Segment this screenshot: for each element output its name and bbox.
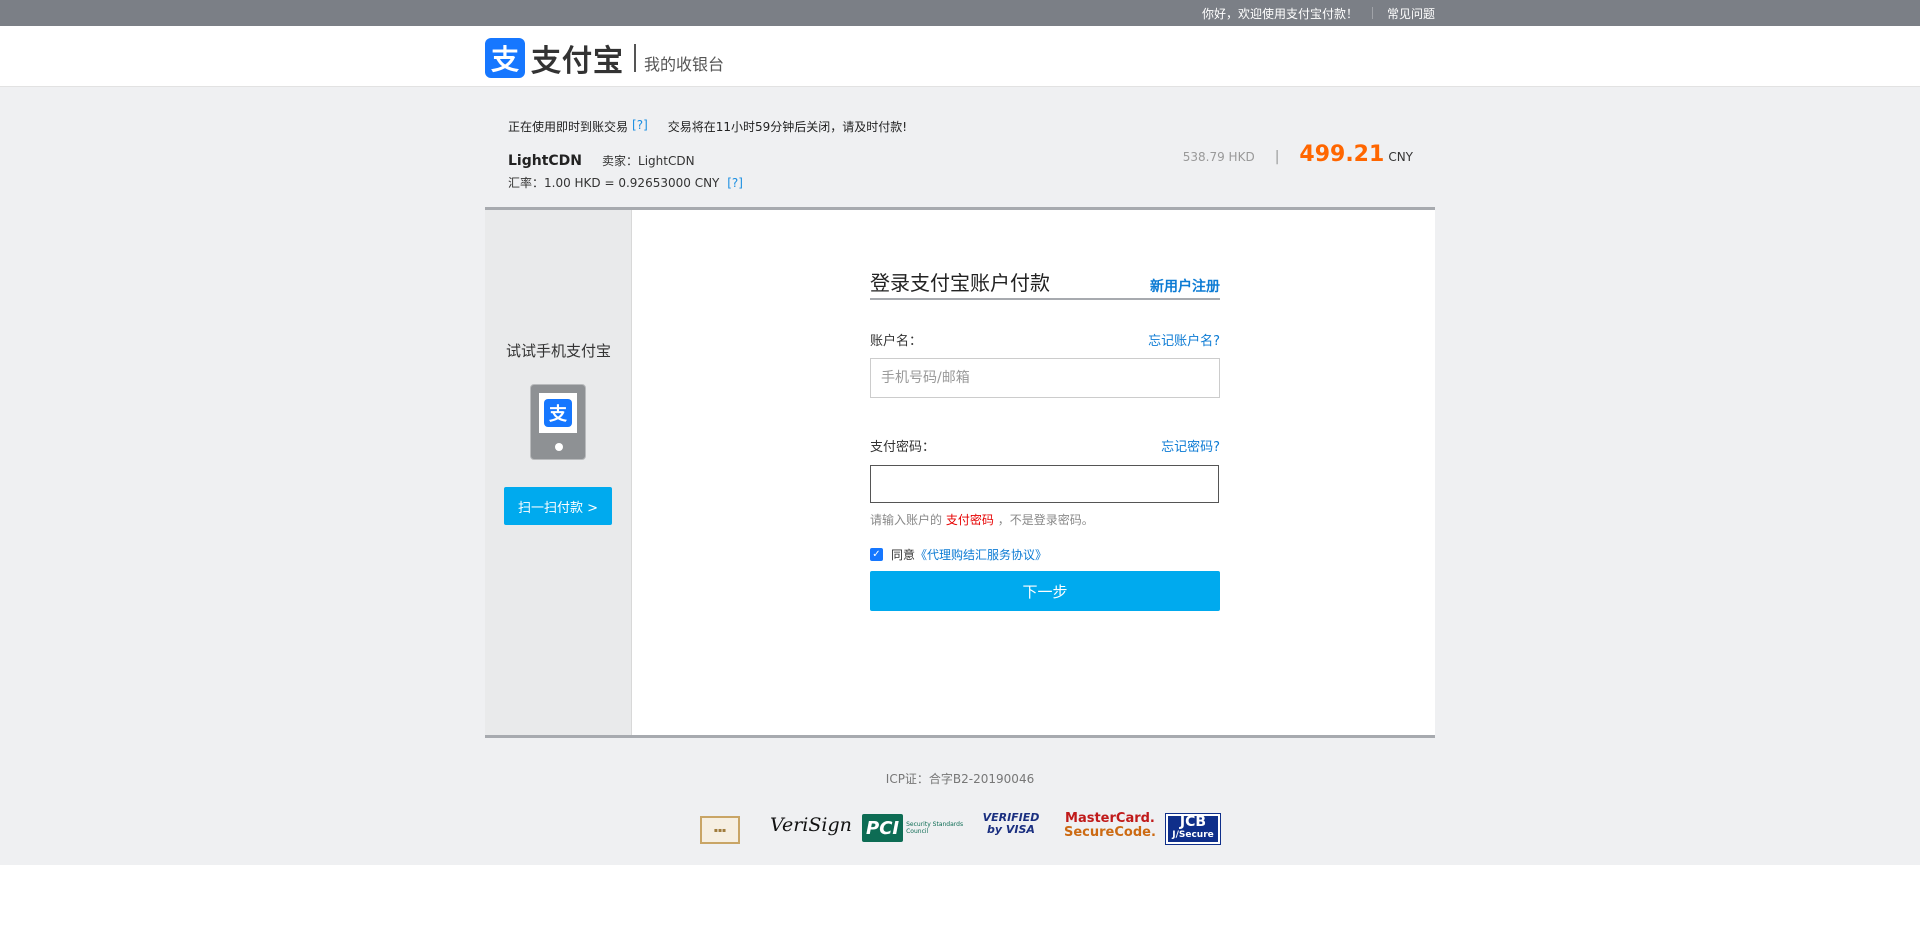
trade-mode-text: 正在使用即时到账交易 [508, 120, 629, 134]
exchange-rate-line: 汇率：1.00 HKD = 0.92653000 CNY [?] [508, 174, 743, 191]
top-bar-links: 你好，欢迎使用支付宝付款！ 常见问题 [1202, 0, 1435, 26]
alipay-logo-text: 支付宝 [531, 44, 624, 79]
seller-label: 卖家： [602, 154, 639, 168]
jsecure-text: J/Secure [1172, 830, 1214, 840]
pci-subtext: Security Standards Council [906, 821, 964, 835]
faq-link[interactable]: 常见问题 [1387, 5, 1435, 22]
pci-mark: PCI [862, 814, 904, 842]
password-hint-highlight: 支付密码 [945, 513, 994, 527]
next-step-button[interactable]: 下一步 [870, 571, 1220, 611]
phone-icon: 支 [530, 384, 586, 460]
visa-bottom: by VISA [987, 823, 1035, 836]
closing-notice: 交易将在11小时59分钟后关闭，请及时付款! [667, 120, 908, 134]
welcome-text: 你好，欢迎使用支付宝付款！ [1201, 6, 1358, 21]
amount-divider: | [1274, 149, 1280, 165]
pci-logo: PCI Security Standards Council [862, 814, 964, 842]
icp-license: ICP证：合字B2-20190046 [885, 772, 1035, 786]
jcb-text: JCB [1179, 814, 1207, 830]
certificate-seal-icon: ▪▪▪ [700, 816, 740, 844]
mobile-pay-title: 试试手机支付宝 [505, 342, 611, 360]
phone-home-button [555, 443, 563, 451]
exchange-rate-text: 汇率：1.00 HKD = 0.92653000 CNY [508, 176, 720, 190]
exchange-rate-help-link[interactable]: [?] [727, 176, 743, 190]
securecode-text: SecureCode. [1064, 825, 1156, 840]
login-form: 登录支付宝账户付款 新用户注册 账户名： 忘记账户名? 支付密码： 忘记密码? … [870, 270, 1220, 611]
password-label-row: 支付密码： 忘记密码? [870, 436, 1220, 455]
login-form-title: 登录支付宝账户付款 [870, 271, 1050, 295]
security-badges: ▪▪▪ VeriSign PCI Security Standards Coun… [700, 812, 1221, 846]
agreement-checkbox[interactable]: ✓ [870, 548, 883, 561]
phone-screen: 支 [539, 393, 577, 433]
order-amount: 538.79 HKD | 499.21 CNY [1183, 142, 1413, 167]
verified-by-visa-logo: VERIFIED by VISA [983, 812, 1040, 836]
account-label: 账户名： [870, 334, 923, 349]
register-link[interactable]: 新用户注册 [1150, 276, 1220, 296]
alipay-logo[interactable]: 支 支付宝 我的收银台 [485, 36, 724, 80]
amount-cny: 499.21 [1299, 142, 1385, 167]
amount-currency: CNY [1388, 150, 1413, 164]
agreement-prefix: 同意 [891, 548, 916, 562]
agreement-link[interactable]: 《代理购结汇服务协议》 [915, 546, 1047, 563]
payment-panel: 试试手机支付宝 支 扫一扫付款 > 登录支付宝账户付款 新用户注册 账户名： 忘… [485, 207, 1435, 738]
seller-name: LightCDN [638, 154, 695, 168]
order-summary: 正在使用即时到账交易 [?] 交易将在11小时59分钟后关闭，请及时付款! Li… [508, 118, 1413, 190]
merchant-name: LightCDN [508, 153, 583, 169]
alipay-logo-icon: 支 [485, 38, 525, 78]
logo-divider [634, 44, 636, 72]
header: 支 支付宝 我的收银台 [0, 26, 1920, 87]
account-input[interactable] [870, 358, 1220, 398]
payment-password-input[interactable] [870, 465, 1219, 503]
top-bar: 你好，欢迎使用支付宝付款！ 常见问题 [0, 0, 1920, 26]
jcb-jsecure-logo: JCB J/Secure [1165, 813, 1221, 845]
seller-info: 卖家：LightCDN [602, 152, 695, 169]
password-hint-suffix: ，不是登录密码。 [997, 513, 1094, 527]
amount-hkd: 538.79 HKD [1182, 150, 1255, 164]
top-bar-divider [1371, 7, 1373, 19]
cashier-subtitle: 我的收银台 [644, 55, 725, 74]
account-label-row: 账户名： 忘记账户名? [870, 330, 1220, 349]
merchant-line: LightCDN 卖家：LightCDN [508, 152, 695, 169]
password-label: 支付密码： [870, 440, 936, 455]
password-hint-prefix: 请输入账户的 [870, 513, 943, 527]
scan-to-pay-button[interactable]: 扫一扫付款 > [504, 487, 612, 525]
mobile-pay-sidebar: 试试手机支付宝 支 扫一扫付款 > [485, 210, 632, 735]
trade-mode-help-link[interactable]: [?] [632, 118, 648, 135]
verisign-logo: VeriSign [770, 814, 852, 836]
login-form-header: 登录支付宝账户付款 新用户注册 [870, 270, 1220, 300]
alipay-app-icon: 支 [544, 399, 572, 427]
forgot-password-link[interactable]: 忘记密码? [1161, 436, 1220, 455]
forgot-account-link[interactable]: 忘记账户名? [1148, 330, 1220, 349]
mastercard-securecode-logo: MasterCard. SecureCode. [1064, 812, 1156, 840]
order-status-line: 正在使用即时到账交易 [?] 交易将在11小时59分钟后关闭，请及时付款! [508, 118, 1413, 135]
password-hint: 请输入账户的 支付密码 ，不是登录密码。 [870, 511, 1220, 528]
mastercard-text: MasterCard. [1065, 811, 1155, 826]
agreement-row: ✓ 同意 《代理购结汇服务协议》 [870, 546, 1220, 563]
